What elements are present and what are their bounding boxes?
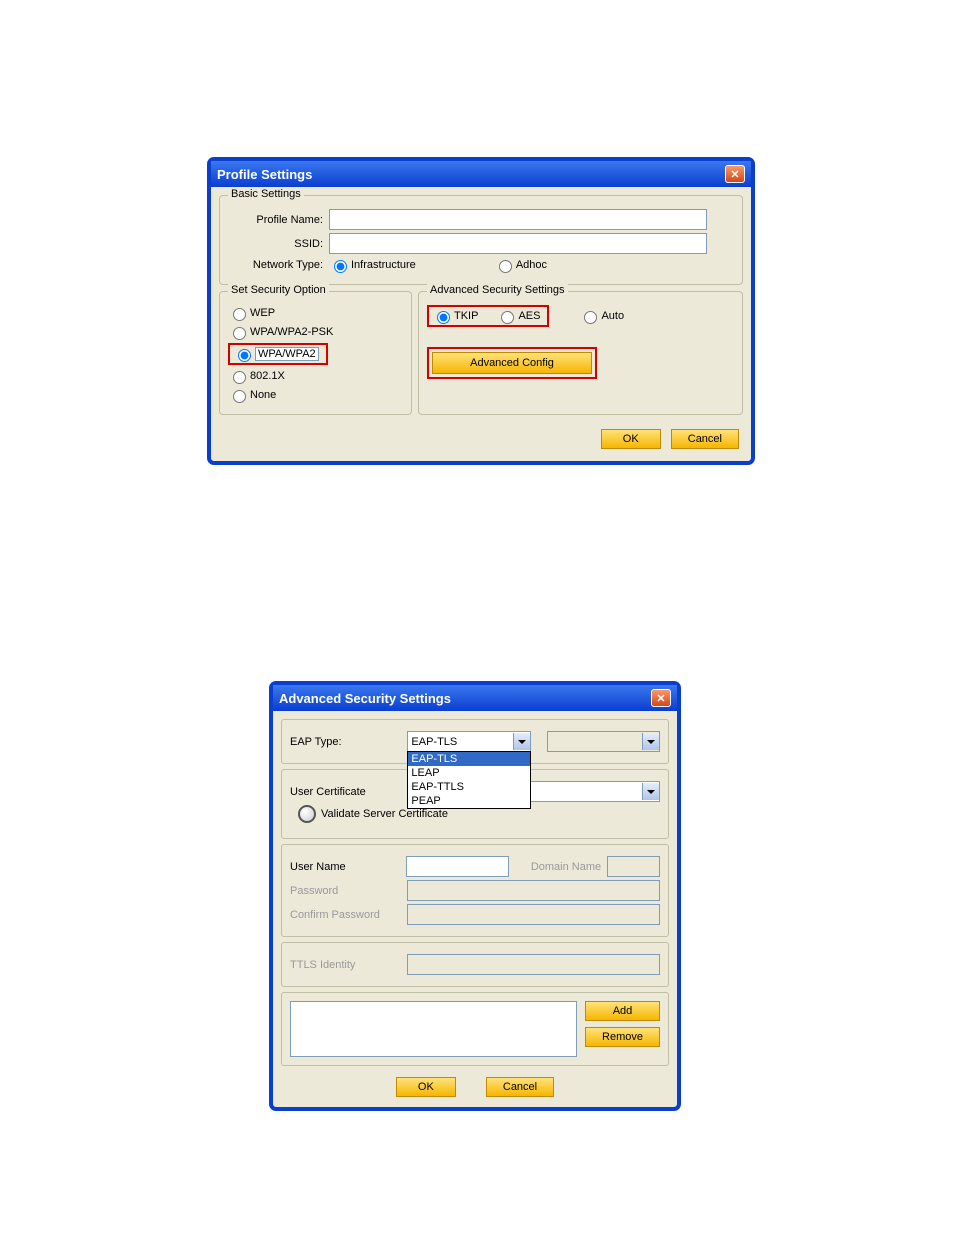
titlebar: Advanced Security Settings ✕ xyxy=(273,685,677,711)
advanced-security-legend: Advanced Security Settings xyxy=(427,284,568,296)
profile-name-input[interactable] xyxy=(329,209,707,230)
ttls-identity-label: TTLS Identity xyxy=(290,959,407,971)
wpa-highlight: WPA/WPA2 xyxy=(228,343,328,365)
validate-server-radio-icon[interactable] xyxy=(298,805,316,823)
username-input[interactable] xyxy=(406,856,509,877)
eap-option-leap[interactable]: LEAP xyxy=(408,766,529,780)
titlebar: Profile Settings ✕ xyxy=(211,161,751,187)
button-row: OK Cancel xyxy=(219,421,743,453)
cancel-button[interactable]: Cancel xyxy=(671,429,739,449)
dropdown-arrow-icon[interactable] xyxy=(642,783,659,800)
domain-label: Domain Name xyxy=(531,861,607,873)
profile-name-label: Profile Name: xyxy=(228,214,329,226)
advanced-config-button[interactable]: Advanced Config xyxy=(432,352,592,374)
adhoc-radio[interactable]: Adhoc xyxy=(494,257,547,273)
tkip-radio[interactable]: TKIP xyxy=(432,308,478,324)
password-input xyxy=(407,880,660,901)
validate-server-label: Validate Server Certificate xyxy=(321,808,448,820)
username-label: User Name xyxy=(290,861,406,873)
ttls-identity-input xyxy=(407,954,660,975)
advanced-config-highlight: Advanced Config xyxy=(427,347,597,379)
network-type-label: Network Type: xyxy=(228,259,329,271)
basic-settings-legend: Basic Settings xyxy=(228,188,304,200)
dropdown-arrow-icon[interactable] xyxy=(513,733,530,750)
eap-option-peap[interactable]: PEAP xyxy=(408,794,529,808)
auto-radio[interactable]: Auto xyxy=(579,308,624,324)
dropdown-arrow-icon xyxy=(642,733,659,750)
aes-radio[interactable]: AES xyxy=(496,308,540,324)
advanced-security-dialog: Advanced Security Settings ✕ EAP Type: E… xyxy=(270,682,680,1110)
none-radio[interactable]: None xyxy=(228,387,276,403)
close-icon[interactable]: ✕ xyxy=(725,165,745,183)
security-option-group: Set Security Option WEP WPA/WPA2-PSK WPA… xyxy=(219,291,412,415)
credentials-section: User Name Domain Name Password Confirm P… xyxy=(281,844,669,937)
wpa-psk-radio[interactable]: WPA/WPA2-PSK xyxy=(228,324,333,340)
basic-settings-group: Basic Settings Profile Name: SSID: Netwo… xyxy=(219,195,743,285)
security-option-legend: Set Security Option xyxy=(228,284,329,296)
domain-input xyxy=(607,856,660,877)
ok-button[interactable]: OK xyxy=(601,429,661,449)
user-certificate-label: User Certificate xyxy=(290,786,408,798)
infrastructure-radio[interactable]: Infrastructure xyxy=(329,257,416,273)
cancel-button[interactable]: Cancel xyxy=(486,1077,554,1097)
remove-button[interactable]: Remove xyxy=(585,1027,660,1047)
eap-option-eapttls[interactable]: EAP-TTLS xyxy=(408,780,529,794)
advanced-security-group: Advanced Security Settings TKIP AES Auto… xyxy=(418,291,743,415)
eap-option-eaptls[interactable]: EAP-TLS xyxy=(408,752,529,766)
cipher-highlight: TKIP AES xyxy=(427,305,549,327)
ok-button[interactable]: OK xyxy=(396,1077,456,1097)
dialog-title: Profile Settings xyxy=(217,167,312,182)
wpa-radio[interactable]: WPA/WPA2 xyxy=(233,346,319,362)
eap-section: EAP Type: EAP-TLS EAP-TLS LEAP EAP-TTLS … xyxy=(281,719,669,764)
dialog-title: Advanced Security Settings xyxy=(279,691,451,706)
add-button[interactable]: Add xyxy=(585,1001,660,1021)
close-icon[interactable]: ✕ xyxy=(651,689,671,707)
eap-type-dropdown: EAP-TLS LEAP EAP-TTLS PEAP xyxy=(407,751,530,809)
ssid-label: SSID: xyxy=(228,238,329,250)
confirm-password-input xyxy=(407,904,660,925)
button-row: OK Cancel xyxy=(281,1071,669,1099)
list-section: Add Remove xyxy=(281,992,669,1066)
confirm-password-label: Confirm Password xyxy=(290,909,407,921)
items-listbox[interactable] xyxy=(290,1001,577,1057)
ttls-section: TTLS Identity xyxy=(281,942,669,987)
dot1x-radio[interactable]: 802.1X xyxy=(228,368,285,384)
eap-type-select[interactable]: EAP-TLS EAP-TLS LEAP EAP-TTLS PEAP xyxy=(407,731,530,752)
ssid-input[interactable] xyxy=(329,233,707,254)
wep-radio[interactable]: WEP xyxy=(228,305,275,321)
eap-subtype-select xyxy=(547,731,660,752)
password-label: Password xyxy=(290,885,407,897)
eap-type-label: EAP Type: xyxy=(290,736,407,748)
profile-settings-dialog: Profile Settings ✕ Basic Settings Profil… xyxy=(208,158,754,464)
